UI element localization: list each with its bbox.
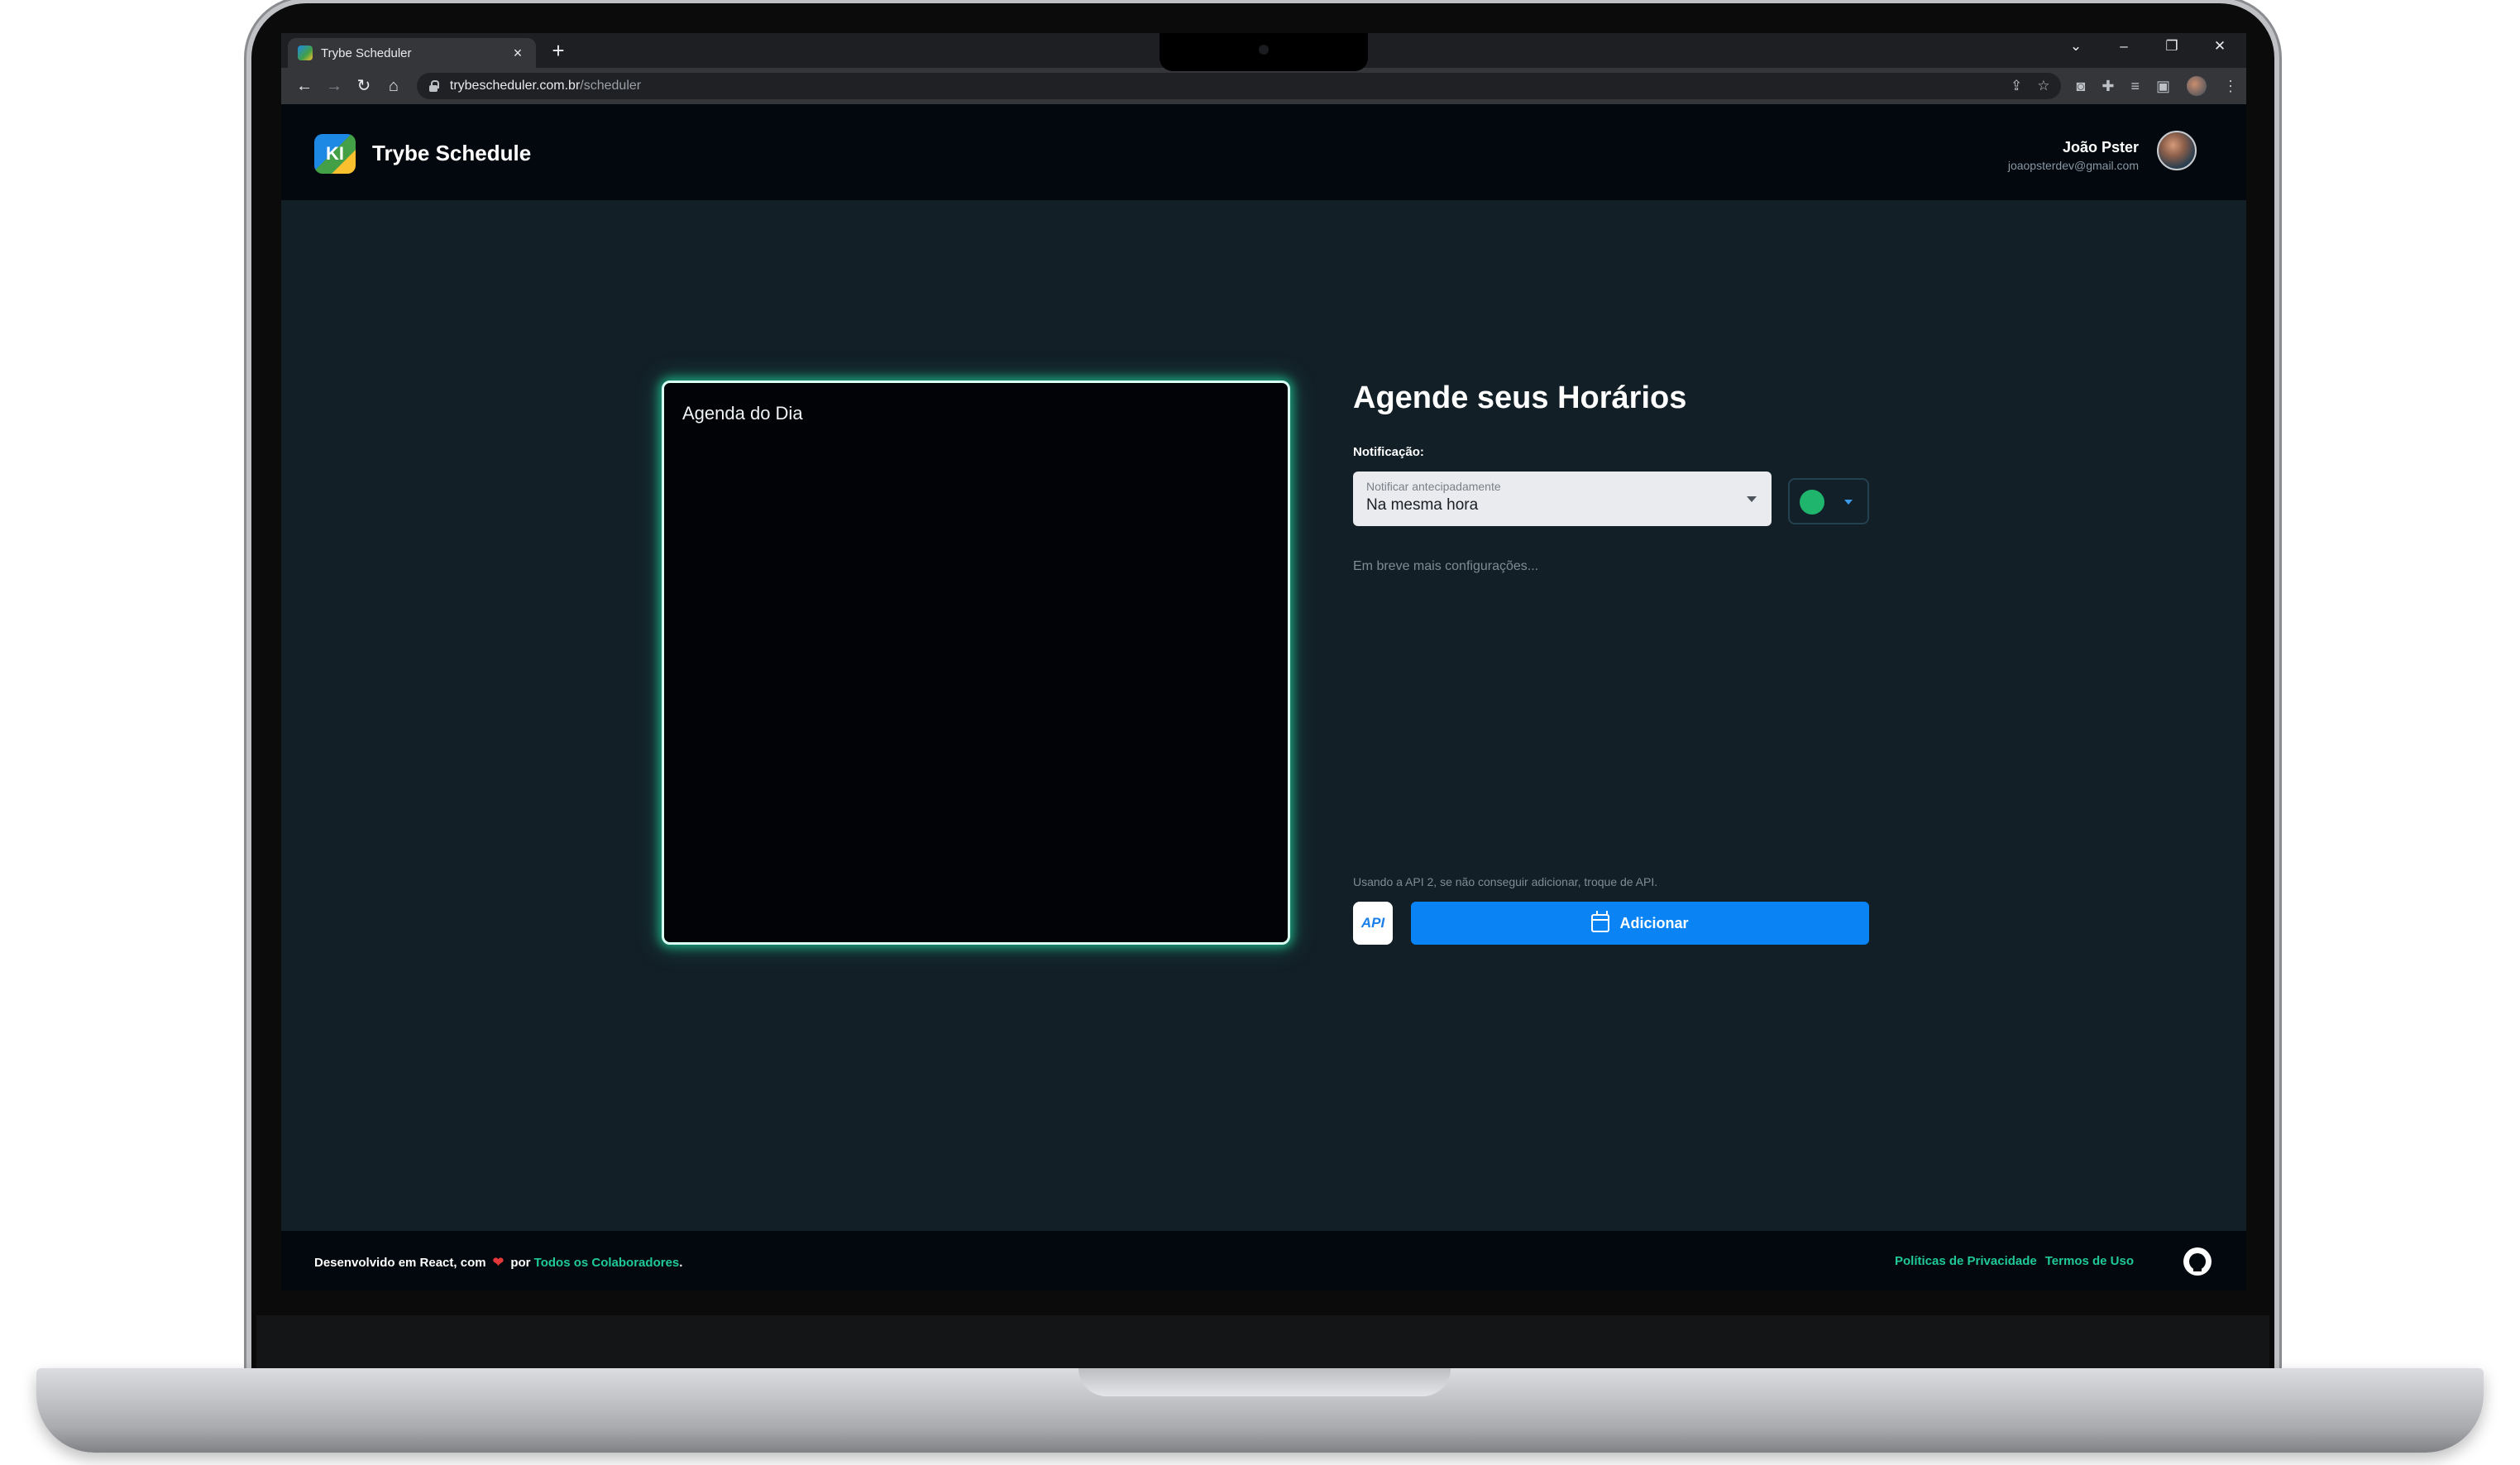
browser-menu-icon[interactable]: ⋮ xyxy=(2223,78,2238,95)
star-icon[interactable]: ☆ xyxy=(2037,78,2049,94)
notification-select[interactable]: Notificar antecipadamente Na mesma hora xyxy=(1353,472,1772,526)
app-header: KI Trybe Schedule João Pster joaopsterde… xyxy=(281,104,2246,200)
notification-select-value: Na mesma hora xyxy=(1366,496,1479,514)
url-host: trybescheduler.com.br xyxy=(449,79,581,93)
user-email: joaopsterdev@gmail.com xyxy=(2007,159,2139,172)
tab-title: Trybe Scheduler xyxy=(321,45,412,60)
browser-tab[interactable]: Trybe Scheduler × xyxy=(288,38,536,68)
laptop-opening-notch xyxy=(1078,1368,1451,1396)
browser-toolbar: ← → ↻ ⌂ trybescheduler.com.br /scheduler… xyxy=(281,68,2246,104)
user-name: João Pster xyxy=(2062,139,2139,156)
camera-notch xyxy=(1160,33,1368,71)
back-arrow-icon[interactable]: ← xyxy=(289,73,319,99)
brand-logo-icon[interactable]: KI xyxy=(314,134,356,174)
github-icon[interactable] xyxy=(2183,1247,2212,1276)
terms-of-use-link[interactable]: Termos de Uso xyxy=(2045,1254,2134,1268)
api-switch-button[interactable]: API xyxy=(1353,902,1393,945)
add-button[interactable]: Adicionar xyxy=(1411,902,1869,945)
profile-avatar-icon[interactable] xyxy=(2186,76,2207,96)
camera-extension-icon[interactable]: ◙ xyxy=(2076,78,2085,95)
coming-soon-text: Em breve mais configurações... xyxy=(1353,559,1539,573)
tab-search-icon[interactable]: ⌄ xyxy=(2059,38,2092,55)
api-note: Usando a API 2, se não conseguir adicion… xyxy=(1353,875,1658,888)
reading-list-icon[interactable]: ≡ xyxy=(2130,78,2140,95)
dropdown-caret-icon xyxy=(1747,496,1757,502)
minimize-button[interactable]: – xyxy=(2107,38,2140,55)
agenda-title: Agenda do Dia xyxy=(682,403,803,424)
favicon-icon xyxy=(298,45,313,60)
screen: Trybe Scheduler × + ⌄ – ❐ ✕ ← → ↻ ⌂ tryb… xyxy=(281,33,2246,1290)
reload-icon[interactable]: ↻ xyxy=(349,73,379,99)
tab-close-icon[interactable]: × xyxy=(509,45,526,62)
developed-text: Desenvolvido em React, com xyxy=(314,1256,486,1270)
share-icon[interactable]: ⇪ xyxy=(2011,78,2022,94)
window-controls: ⌄ – ❐ ✕ xyxy=(2059,38,2236,55)
selected-color-swatch xyxy=(1800,490,1824,515)
home-icon[interactable]: ⌂ xyxy=(379,73,409,99)
calendar-icon xyxy=(1591,911,1610,932)
color-picker-button[interactable] xyxy=(1788,478,1869,524)
close-window-button[interactable]: ✕ xyxy=(2203,38,2236,55)
new-tab-button[interactable]: + xyxy=(546,38,571,63)
omnibox-actions: ⇪ ☆ xyxy=(2011,78,2050,94)
agenda-panel: Agenda do Dia xyxy=(662,381,1290,945)
forward-arrow-icon[interactable]: → xyxy=(319,73,349,99)
notification-label: Notificação: xyxy=(1353,445,1424,459)
add-button-label: Adicionar xyxy=(1619,914,1689,931)
notification-select-label: Notificar antecipadamente xyxy=(1366,480,1501,493)
puzzle-extensions-icon[interactable]: ✚ xyxy=(2102,78,2114,95)
heart-icon: ❤ xyxy=(492,1256,504,1270)
brand-name[interactable]: Trybe Schedule xyxy=(372,141,531,166)
scheduler-title: Agende seus Horários xyxy=(1353,381,1687,415)
side-panel-icon[interactable]: ▣ xyxy=(2156,78,2170,95)
lock-icon[interactable] xyxy=(428,80,439,92)
by-text: por xyxy=(510,1256,531,1270)
user-avatar[interactable] xyxy=(2157,131,2197,170)
privacy-policy-link[interactable]: Políticas de Privacidade xyxy=(1895,1254,2037,1268)
app-footer: Desenvolvido em React, com ❤ por Todos o… xyxy=(281,1231,2246,1290)
laptop-bezel xyxy=(256,1315,2269,1373)
footer-links: Políticas de Privacidade Termos de Uso xyxy=(1895,1254,2134,1268)
chevron-down-icon xyxy=(1844,500,1853,505)
restore-button[interactable]: ❐ xyxy=(2155,38,2188,55)
collaborators-link[interactable]: Todos os Colaboradores xyxy=(534,1256,680,1270)
url-path: /scheduler xyxy=(580,79,642,93)
address-bar[interactable]: trybescheduler.com.br /scheduler ⇪ ☆ xyxy=(416,73,2062,99)
footer-credits: Desenvolvido em React, com ❤ por Todos o… xyxy=(314,1254,682,1271)
extension-icons: ◙ ✚ ≡ ▣ ⋮ xyxy=(2076,76,2238,96)
footer-period: . xyxy=(679,1256,683,1270)
github-icon-inner xyxy=(2189,1253,2206,1271)
camera-lens xyxy=(1259,45,1269,55)
